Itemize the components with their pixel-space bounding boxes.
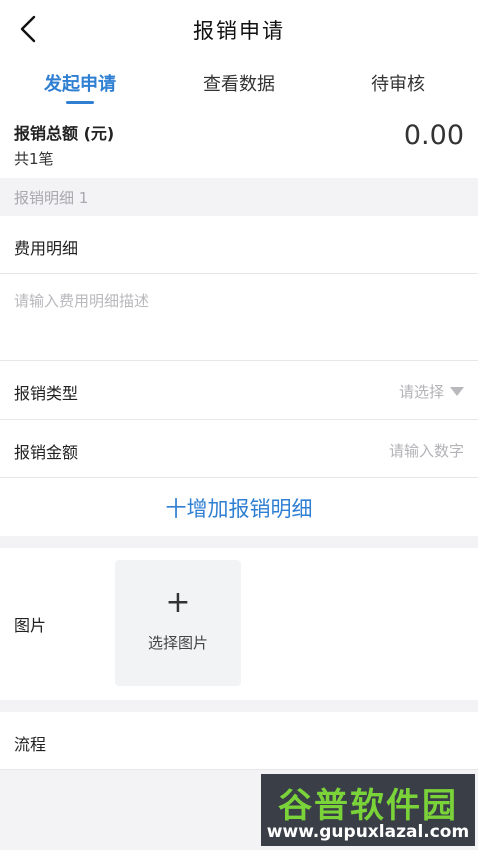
flow-label: 流程: [14, 735, 47, 754]
nav-bar: 报销申请: [0, 0, 478, 56]
expense-type-select[interactable]: 报销类型 请选择: [0, 361, 478, 420]
expense-amount-label: 报销金额: [14, 443, 79, 462]
active-tab-indicator: [66, 101, 94, 104]
expense-detail-row: 费用明细: [0, 216, 478, 274]
image-row: 图片 + 选择图片: [0, 548, 478, 700]
image-label: 图片: [14, 616, 47, 635]
detail-section-title: 报销明细 1: [14, 189, 89, 207]
expense-description-placeholder[interactable]: 请输入费用明细描述: [14, 290, 149, 311]
flow-row[interactable]: 流程: [0, 712, 478, 770]
expense-detail-label: 费用明细: [14, 239, 79, 258]
tab-view-data[interactable]: 查看数据: [159, 70, 319, 96]
expense-description-field[interactable]: 请输入费用明细描述: [0, 274, 478, 361]
select-image-button[interactable]: + 选择图片: [115, 560, 241, 686]
entry-count: 共1笔: [14, 150, 54, 168]
add-detail-button[interactable]: 十增加报销明细: [0, 493, 478, 523]
expense-amount-row: 报销金额 请输入数字: [0, 420, 478, 478]
expense-type-value[interactable]: 请选择: [399, 381, 464, 402]
watermark-logo: 谷普软件园 www.gupuxlazal.com: [261, 774, 475, 846]
watermark-title: 谷普软件园: [278, 786, 458, 826]
expense-type-placeholder: 请选择: [398, 383, 444, 401]
plus-icon: +: [165, 585, 191, 620]
add-detail-row: 十增加报销明细: [0, 478, 478, 536]
expense-type-label: 报销类型: [14, 384, 79, 403]
watermark-url: www.gupuxlazal.com: [266, 822, 470, 842]
caret-down-icon: [450, 387, 464, 396]
total-amount-value: 0.00: [403, 120, 464, 151]
summary-panel: 报销总额 (元) 共1笔 0.00: [0, 108, 478, 178]
tab-initiate[interactable]: 发起申请: [0, 70, 160, 96]
tab-pending-review[interactable]: 待审核: [318, 70, 478, 96]
tab-bar: 发起申请 查看数据 待审核: [0, 56, 478, 108]
select-image-label: 选择图片: [147, 634, 208, 652]
page-title: 报销申请: [193, 19, 285, 43]
divider: [0, 769, 478, 770]
detail-section-header: 报销明细 1: [0, 178, 478, 216]
expense-amount-input[interactable]: 请输入数字: [389, 440, 464, 461]
total-amount-label: 报销总额 (元): [14, 124, 115, 143]
